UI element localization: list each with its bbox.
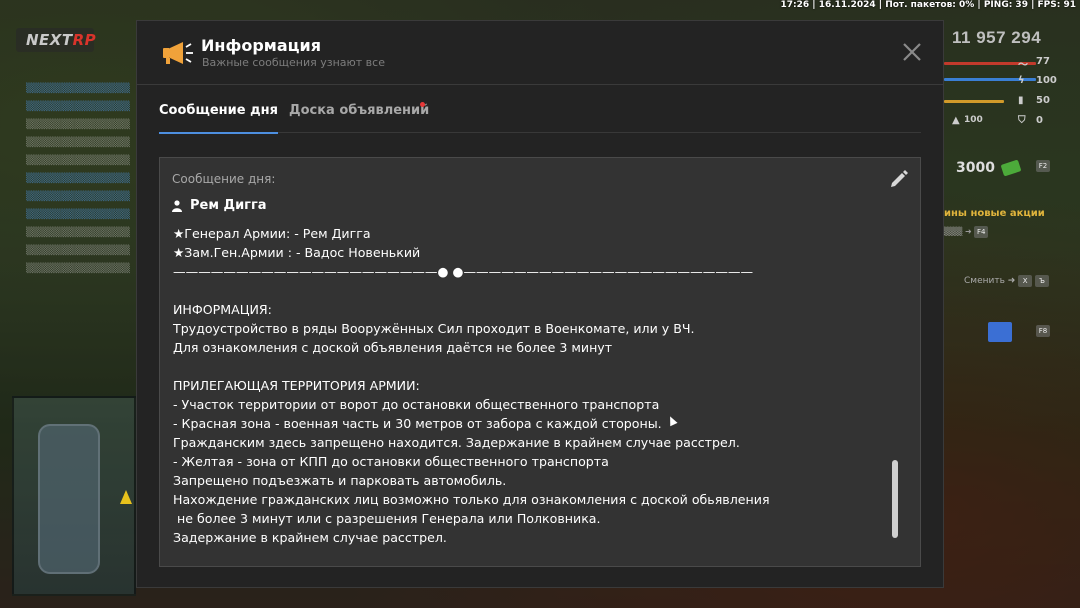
key-x-icon: X bbox=[1018, 275, 1033, 287]
message-line: Трудоустройство в ряды Вооружённых Сил п… bbox=[173, 321, 695, 336]
megaphone-icon bbox=[163, 42, 193, 64]
message-line: Задержание в крайнем случае расстрел. bbox=[173, 530, 447, 545]
shield-icon: ⛉ bbox=[1018, 115, 1026, 126]
modal-title: Информация bbox=[201, 36, 321, 55]
promo-text: ины новые акции bbox=[944, 208, 1045, 219]
stat-energy-value: 100 bbox=[1036, 75, 1057, 86]
user-icon bbox=[172, 199, 182, 212]
author-row: Рем Дигга bbox=[172, 198, 267, 213]
hunger-bar bbox=[944, 100, 1004, 103]
modal-subtitle: Важные сообщения узнают все bbox=[202, 56, 385, 69]
message-line: - Участок территории от ворот до останов… bbox=[173, 397, 660, 412]
tab-message-of-day[interactable]: Сообщение дня bbox=[159, 103, 278, 134]
server-logo: NEXTRP bbox=[16, 28, 96, 52]
player-arrow-icon bbox=[120, 490, 132, 504]
message-line: —————————————————————● ●————————————————… bbox=[173, 264, 754, 279]
status-bar: 17:26 | 16.11.2024 | Пот. пакетов: 0% | … bbox=[780, 0, 1077, 10]
message-line: ★Генерал Армии: - Рем Дигга bbox=[173, 226, 371, 241]
level-icon: ▲ bbox=[952, 115, 960, 126]
money-display: 11 957 294 bbox=[952, 28, 1042, 47]
message-line: ПРИЛЕГАЮЩАЯ ТЕРРИТОРИЯ АРМИИ: bbox=[173, 378, 420, 393]
info-modal: Информация Важные сообщения узнают все С… bbox=[136, 20, 944, 588]
promo-hint: ▒▒▒ ➜ F4 bbox=[944, 226, 989, 238]
right-hud: 11 957 294 〜 77 ϟ 100 ▮ 50 ▲ 100 ⛉ 0 300… bbox=[944, 20, 1080, 360]
stat-shield-value: 0 bbox=[1036, 115, 1043, 126]
message-line: ★Зам.Ген.Армии : - Вадос Новенький bbox=[173, 245, 421, 260]
modal-header: Информация Важные сообщения узнают все bbox=[137, 21, 943, 85]
author-name: Рем Дигга bbox=[190, 198, 267, 213]
message-line bbox=[173, 281, 873, 300]
cash-icon bbox=[1000, 159, 1022, 177]
tab-bulletin-board[interactable]: Доска объявлений bbox=[289, 103, 429, 133]
edit-pencil-icon[interactable] bbox=[888, 168, 910, 190]
bonus-value: 3000 bbox=[956, 160, 995, 176]
key-f8-icon: F8 bbox=[1036, 325, 1050, 337]
change-label: Сменить bbox=[964, 276, 1005, 286]
change-hint: Сменить ➜ X Ъ bbox=[964, 275, 1050, 287]
chat-log: ▒▒▒▒▒▒▒▒▒▒▒▒▒▒▒ ▒▒▒▒▒▒▒▒▒▒▒▒▒▒▒ ▒▒▒▒▒▒▒▒… bbox=[26, 84, 130, 274]
key-f2-icon: F2 bbox=[1036, 160, 1050, 172]
minimap-road bbox=[38, 424, 100, 574]
scrollbar-thumb[interactable] bbox=[892, 460, 898, 538]
message-line: Запрещено подъезжать и парковать автомоб… bbox=[173, 473, 507, 488]
message-line bbox=[173, 357, 873, 376]
message-line: Для ознакомления с доской объявления даё… bbox=[173, 340, 613, 355]
key-ru-icon: Ъ bbox=[1035, 275, 1050, 287]
lightning-icon: ϟ bbox=[1018, 75, 1025, 86]
stat-food-value: 50 bbox=[1036, 95, 1050, 106]
tab-bar: Сообщение дня Доска объявлений bbox=[159, 93, 921, 134]
stat-pulse-value: 77 bbox=[1036, 56, 1050, 67]
stat-level-value: 100 bbox=[964, 115, 983, 125]
notification-dot bbox=[420, 102, 425, 107]
close-icon[interactable] bbox=[901, 41, 923, 63]
pulse-icon: 〜 bbox=[1018, 60, 1028, 71]
message-line: ИНФОРМАЦИЯ: bbox=[173, 302, 272, 317]
message-line: Гражданским здесь запрещено находится. З… bbox=[173, 435, 740, 450]
message-content: Сообщение дня: Рем Дигга ★Генерал Армии:… bbox=[159, 157, 921, 567]
message-line: Нахождение гражданских лиц возможно толь… bbox=[173, 492, 770, 507]
message-line: - Красная зона - военная часть и 30 метр… bbox=[173, 416, 662, 431]
minimap bbox=[12, 396, 136, 596]
calendar-icon bbox=[988, 322, 1012, 342]
message-line: не более 3 минут или с разрешения Генера… bbox=[173, 511, 601, 526]
message-body: ★Генерал Армии: - Рем Дигга ★Зам.Ген.Арми… bbox=[173, 224, 873, 547]
message-line: - Желтая - зона от КПП до остановки обще… bbox=[173, 454, 609, 469]
food-icon: ▮ bbox=[1018, 95, 1024, 106]
content-label: Сообщение дня: bbox=[172, 172, 276, 186]
